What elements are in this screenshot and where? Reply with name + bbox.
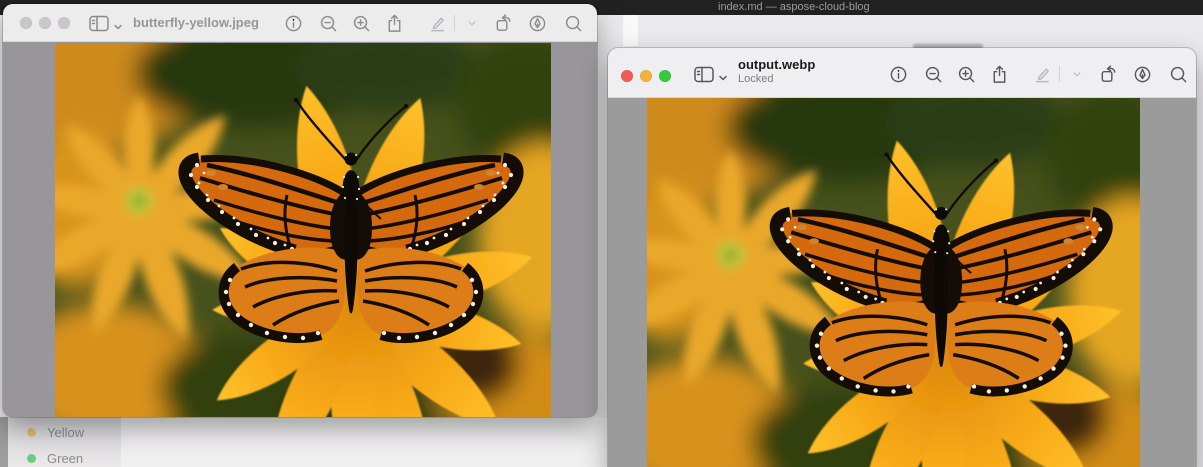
tags-sidebar: Yellow Green <box>8 417 121 467</box>
zoom-out-icon[interactable] <box>922 63 944 85</box>
left-window-title: butterfly-yellow.jpeg <box>133 4 259 42</box>
desktop: index.md — aspose-cloud-blog Yellow Gree… <box>0 0 1203 467</box>
left-window-titlebar[interactable]: butterfly-yellow.jpeg <box>3 4 597 42</box>
zoom-button[interactable] <box>659 70 671 82</box>
desktop-strip <box>0 417 8 467</box>
markup-options-chevron-icon[interactable] <box>1066 63 1088 85</box>
preview-window-left: butterfly-yellow.jpeg <box>3 4 597 417</box>
sidebar-toggle-icon[interactable] <box>89 15 109 32</box>
right-window-locked-badge: Locked <box>738 73 773 85</box>
share-icon[interactable] <box>383 12 405 34</box>
markup-options-chevron-icon[interactable] <box>461 12 483 34</box>
tag-label: Yellow <box>47 425 84 440</box>
toolbar-divider <box>454 15 455 31</box>
right-window-titlebar[interactable]: output.webp Locked <box>608 48 1196 98</box>
butterfly-yellow-image <box>55 43 551 417</box>
tag-label: Green <box>47 451 83 466</box>
search-icon[interactable] <box>562 12 584 34</box>
toolbar-divider <box>1059 66 1060 82</box>
search-icon[interactable] <box>1167 63 1189 85</box>
minimize-button[interactable] <box>640 70 652 82</box>
sidebar-toggle-icon[interactable] <box>694 66 714 83</box>
chevron-down-icon[interactable] <box>718 70 728 80</box>
zoom-in-icon[interactable] <box>350 12 372 34</box>
background-window-title: index.md — aspose-cloud-blog <box>718 1 870 13</box>
close-button[interactable] <box>621 70 633 82</box>
right-window-title: output.webp <box>738 57 815 72</box>
annotate-icon[interactable] <box>526 12 548 34</box>
zoom-button[interactable] <box>58 17 70 29</box>
rotate-icon[interactable] <box>492 12 514 34</box>
markup-pencil-icon[interactable] <box>426 12 448 34</box>
green-tag-dot <box>27 454 36 463</box>
chevron-down-icon[interactable] <box>113 19 123 29</box>
rotate-icon[interactable] <box>1097 63 1119 85</box>
tag-row-yellow[interactable]: Yellow <box>8 421 121 443</box>
minimize-button[interactable] <box>39 17 51 29</box>
close-button[interactable] <box>20 17 32 29</box>
right-window-canvas <box>608 98 1196 467</box>
left-window-canvas <box>3 42 597 417</box>
background-window-edge-highlight <box>623 15 638 46</box>
share-icon[interactable] <box>988 63 1010 85</box>
yellow-tag-dot <box>27 428 36 437</box>
preview-window-right: output.webp Locked <box>608 48 1196 467</box>
annotate-icon[interactable] <box>1131 63 1153 85</box>
info-icon[interactable] <box>282 12 304 34</box>
tag-row-green[interactable]: Green <box>8 447 121 467</box>
info-icon[interactable] <box>887 63 909 85</box>
output-webp-image <box>647 98 1140 467</box>
markup-pencil-icon[interactable] <box>1031 63 1053 85</box>
bottom-content-panel <box>121 417 608 467</box>
zoom-out-icon[interactable] <box>317 12 339 34</box>
zoom-in-icon[interactable] <box>955 63 977 85</box>
